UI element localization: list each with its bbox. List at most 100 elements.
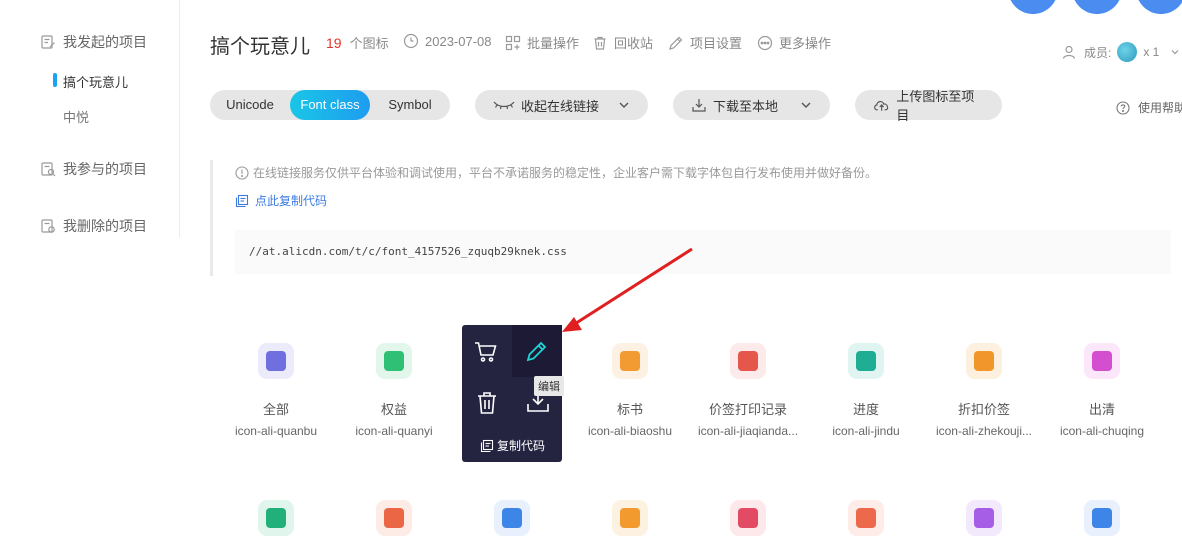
icon-name: 全部 — [262, 402, 289, 417]
icon-card[interactable] — [571, 500, 689, 536]
icon-card[interactable]: 折扣价签 icon-ali-zhekouji... — [925, 343, 1043, 438]
copy-code-link[interactable]: 点此复制代码 — [235, 192, 327, 209]
upload-icon-button[interactable]: 上传图标至项目 — [855, 89, 1002, 123]
icon-preview — [612, 343, 648, 379]
icon-card[interactable]: 进度 icon-ali-jindu — [807, 343, 925, 438]
sidebar-my-projects-label: 我发起的项目 — [63, 34, 147, 50]
icon-card[interactable] — [335, 500, 453, 536]
icon-card[interactable]: 出清 icon-ali-chuqing — [1043, 343, 1161, 438]
icon-name: 价签打印记录 — [708, 402, 787, 417]
icon-glyph — [620, 351, 640, 371]
icon-name: 标书 — [616, 402, 643, 417]
icon-card[interactable] — [217, 500, 335, 536]
copy-icon — [480, 439, 494, 452]
page-title: 搞个玩意儿 — [210, 36, 310, 58]
download-local-label: 下载至本地 — [713, 98, 779, 114]
header-circle-button[interactable] — [1008, 0, 1058, 14]
batch-operation-label: 批量操作 — [527, 36, 580, 51]
chevron-down-icon — [1171, 50, 1179, 55]
icon-class-name: icon-ali-zhekouji... — [935, 424, 1033, 438]
icon-card[interactable]: 权益 icon-ali-quanyi — [335, 343, 453, 438]
icon-preview — [966, 343, 1002, 379]
notice-message: 在线链接服务仅供平台体验和调试使用，平台不承诺服务的稳定性，企业客户需下载字体包… — [253, 166, 878, 180]
icon-glyph — [738, 351, 758, 371]
cloud-upload-icon — [874, 101, 889, 111]
icon-card[interactable] — [689, 500, 807, 536]
chevron-down-icon — [619, 102, 629, 108]
icon-card[interactable] — [1043, 500, 1161, 536]
grid-icon — [505, 35, 521, 50]
tab-symbol[interactable]: Symbol — [370, 90, 450, 120]
icon-preview — [612, 500, 648, 536]
sidebar-my-projects[interactable]: 我发起的项目 — [40, 32, 147, 52]
trash-icon[interactable] — [476, 391, 498, 415]
icon-glyph — [266, 351, 286, 371]
members-info[interactable]: 成员: x 1 — [1062, 42, 1181, 62]
icon-preview — [966, 500, 1002, 536]
batch-operation-button[interactable]: 批量操作 — [505, 33, 579, 52]
recycle-bin-button[interactable]: 回收站 — [592, 33, 653, 52]
recycle-bin-label: 回收站 — [614, 36, 654, 51]
icon-class-name: icon-ali-jiaqianda... — [697, 424, 799, 438]
copy-code-button[interactable]: 复制代码 — [480, 437, 545, 454]
header-circle-button[interactable] — [1072, 0, 1122, 14]
icon-name: 出清 — [1088, 402, 1115, 417]
icon-card[interactable]: 价签打印记录 icon-ali-jiaqianda... — [689, 343, 807, 438]
project-settings-button[interactable]: 项目设置 — [668, 33, 742, 52]
css-link-code[interactable]: //at.alicdn.com/t/c/font_4157526_zquqb29… — [235, 230, 1171, 274]
sidebar-joined-projects-label: 我参与的项目 — [63, 161, 147, 177]
icon-glyph — [856, 508, 876, 528]
tab-font-class[interactable]: Font class — [290, 90, 370, 120]
icon-preview — [848, 343, 884, 379]
top-decoration — [1008, 0, 1182, 14]
icon-preview — [730, 343, 766, 379]
cart-icon[interactable] — [474, 341, 498, 363]
chevron-down-icon — [801, 102, 811, 108]
help-label: 使用帮助 — [1138, 101, 1182, 115]
icon-preview — [494, 500, 530, 536]
icon-card[interactable] — [807, 500, 925, 536]
copy-code-link-label: 点此复制代码 — [255, 194, 328, 208]
icon-class-name: icon-ali-chuqing — [1059, 424, 1145, 438]
icon-class-name: icon-ali-quanbu — [234, 424, 318, 438]
sidebar-joined-projects[interactable]: 我参与的项目 — [40, 159, 147, 179]
sidebar-deleted-projects[interactable]: 我删除的项目 — [40, 216, 147, 236]
icon-card[interactable] — [925, 500, 1043, 536]
project-date-text: 2023-07-08 — [425, 33, 492, 49]
eye-closed-icon — [493, 101, 515, 110]
notice-text: 在线链接服务仅供平台体验和调试使用，平台不承诺服务的稳定性，企业客户需下载字体包… — [235, 164, 877, 181]
user-icon — [1062, 45, 1076, 59]
icon-preview — [848, 500, 884, 536]
header-circle-button[interactable] — [1136, 0, 1182, 14]
copy-icon — [235, 194, 249, 207]
edit-button[interactable] — [512, 325, 562, 377]
clock-icon — [403, 33, 419, 49]
tab-unicode[interactable]: Unicode — [210, 90, 290, 120]
more-icon — [757, 35, 773, 50]
download-local-button[interactable]: 下载至本地 — [673, 90, 830, 120]
sidebar-item-project-2[interactable]: 中悦 — [63, 107, 89, 126]
icon-preview — [258, 343, 294, 379]
help-link[interactable]: 使用帮助 — [1116, 99, 1182, 116]
icon-card[interactable]: 全部 icon-ali-quanbu — [217, 343, 335, 438]
sidebar: 我发起的项目 搞个玩意儿 中悦 我参与的项目 我删除的项目 — [0, 0, 180, 237]
icon-name: 折扣价签 — [957, 402, 1010, 417]
icon-preview — [376, 343, 412, 379]
icon-card[interactable]: 标书 icon-ali-biaoshu — [571, 343, 689, 438]
info-icon — [235, 165, 249, 180]
icon-card[interactable] — [453, 500, 571, 536]
avatar — [1117, 42, 1138, 62]
icon-preview — [1084, 343, 1120, 379]
members-count: x 1 — [1143, 45, 1160, 59]
document-delete-icon — [41, 219, 55, 233]
icon-count-unit: 个图标 — [349, 36, 389, 51]
sidebar-item-project-1[interactable]: 搞个玩意儿 — [52, 72, 128, 91]
collapse-link-button[interactable]: 收起在线链接 — [475, 90, 648, 120]
more-operations-button[interactable]: 更多操作 — [757, 33, 831, 52]
icon-glyph — [384, 508, 404, 528]
document-search-icon — [41, 162, 56, 177]
help-icon — [1116, 100, 1130, 115]
icon-glyph — [1092, 508, 1112, 528]
copy-code-label: 复制代码 — [497, 439, 546, 453]
collapse-link-label: 收起在线链接 — [521, 98, 600, 114]
